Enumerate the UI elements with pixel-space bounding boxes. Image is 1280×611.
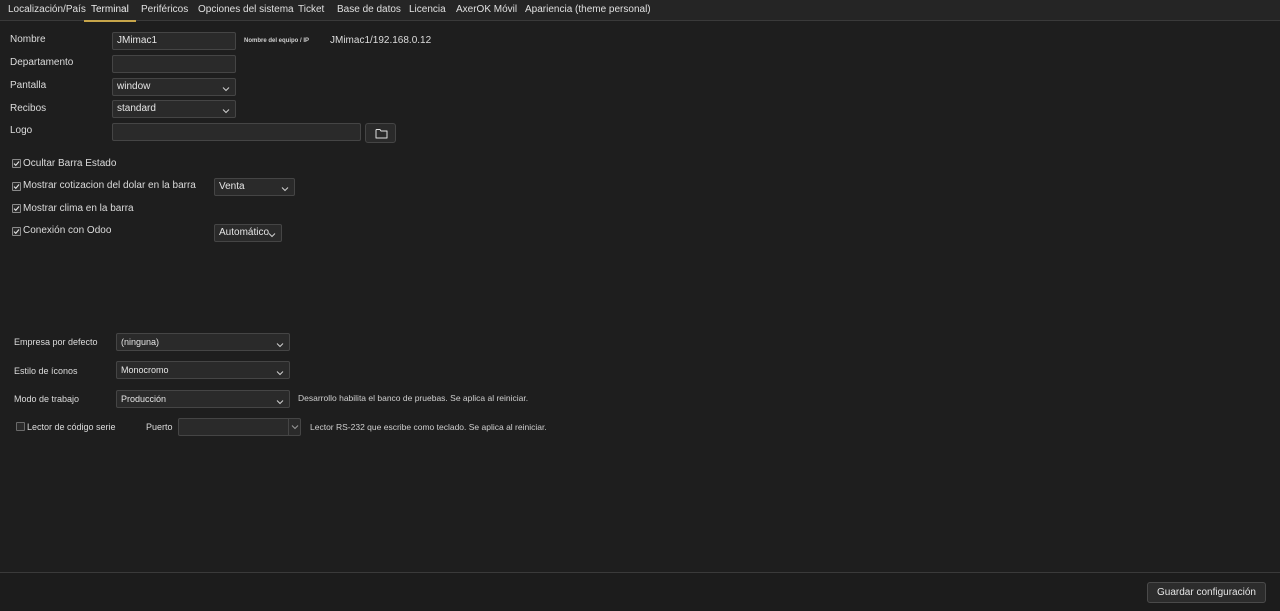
modo-select-value: Producción bbox=[121, 394, 167, 404]
recibos-select-value: standard bbox=[117, 103, 156, 114]
tab-localizacion[interactable]: Localización/País bbox=[8, 0, 86, 21]
recibos-label: Recibos bbox=[10, 103, 47, 114]
lector-hint: Lector RS-232 que escribe como teclado. … bbox=[310, 422, 547, 432]
tab-terminal[interactable]: Terminal bbox=[84, 0, 136, 22]
lector-serie-checkbox[interactable] bbox=[16, 422, 25, 431]
lector-serie-label: Lector de código serie bbox=[27, 422, 116, 432]
save-config-button[interactable]: Guardar configuración bbox=[1147, 582, 1266, 603]
chevron-down-icon bbox=[268, 229, 276, 238]
ocultar-barra-label: Ocultar Barra Estado bbox=[23, 158, 117, 169]
iconos-select-value: Monocromo bbox=[121, 365, 169, 375]
puerto-label: Puerto bbox=[146, 422, 173, 432]
recibos-select[interactable]: standard bbox=[112, 100, 236, 118]
cotizacion-dolar-checkbox[interactable] bbox=[12, 182, 21, 191]
folder-icon bbox=[375, 129, 388, 139]
clima-label: Mostrar clima en la barra bbox=[23, 203, 134, 214]
odoo-mode-select[interactable]: Automático bbox=[214, 224, 282, 242]
ocultar-barra-checkbox[interactable] bbox=[12, 159, 21, 168]
checkmark-icon bbox=[13, 161, 20, 167]
odoo-mode-value: Automático bbox=[219, 227, 270, 238]
odoo-label: Conexión con Odoo bbox=[23, 225, 112, 236]
iconos-select[interactable]: Monocromo bbox=[116, 361, 290, 379]
logo-label: Logo bbox=[10, 125, 33, 136]
tab-licencia[interactable]: Licencia bbox=[409, 0, 446, 21]
chevron-down-icon bbox=[276, 395, 284, 405]
departamento-field[interactable] bbox=[112, 55, 236, 73]
modo-select[interactable]: Producción bbox=[116, 390, 290, 408]
empresa-select-value: (ninguna) bbox=[121, 337, 160, 347]
nombre-label: Nombre bbox=[10, 34, 46, 45]
checkmark-icon bbox=[13, 229, 20, 235]
browse-logo-button[interactable] bbox=[365, 123, 396, 143]
pantalla-select[interactable]: window bbox=[112, 78, 236, 96]
cotizacion-tipo-value: Venta bbox=[219, 181, 245, 192]
departamento-label: Departamento bbox=[10, 57, 74, 68]
puerto-select[interactable] bbox=[178, 418, 301, 436]
chevron-down-icon bbox=[222, 83, 230, 92]
pantalla-select-value: window bbox=[117, 81, 151, 92]
tab-ticket[interactable]: Ticket bbox=[298, 0, 324, 21]
odoo-checkbox[interactable] bbox=[12, 227, 21, 236]
checkmark-icon bbox=[13, 184, 20, 190]
tab-base-de-datos[interactable]: Base de datos bbox=[337, 0, 401, 21]
chevron-down-icon bbox=[222, 105, 230, 114]
tab-axerok-movil[interactable]: AxerOK Móvil bbox=[456, 0, 517, 21]
cotizacion-tipo-select[interactable]: Venta bbox=[214, 178, 295, 196]
modo-hint: Desarrollo habilita el banco de pruebas.… bbox=[298, 393, 529, 403]
footer-bar: Guardar configuración bbox=[0, 572, 1280, 611]
empresa-label: Empresa por defecto bbox=[14, 337, 98, 347]
tab-apariencia[interactable]: Apariencia (theme personal) bbox=[525, 0, 651, 21]
chevron-down-icon bbox=[276, 366, 284, 376]
hostname-value: JMimac1/192.168.0.12 bbox=[330, 35, 432, 46]
modo-label: Modo de trabajo bbox=[14, 394, 80, 404]
tab-perifericos[interactable]: Periféricos bbox=[141, 0, 188, 21]
logo-path-field[interactable] bbox=[112, 123, 361, 141]
hostname-label: Nombre del equipo / IP bbox=[244, 38, 310, 44]
tab-bar: Localización/País Terminal Periféricos O… bbox=[0, 0, 1280, 22]
chevron-down-icon bbox=[276, 338, 284, 348]
pantalla-label: Pantalla bbox=[10, 80, 47, 91]
empresa-select[interactable]: (ninguna) bbox=[116, 333, 290, 351]
cotizacion-dolar-label: Mostrar cotizacion del dolar en la barra bbox=[23, 180, 196, 191]
checkmark-icon bbox=[13, 206, 20, 212]
nombre-field[interactable]: JMimac1 bbox=[112, 32, 236, 50]
chevron-down-icon bbox=[288, 419, 300, 435]
settings-window: Localización/País Terminal Periféricos O… bbox=[0, 0, 1280, 611]
iconos-label: Estilo de íconos bbox=[14, 366, 78, 376]
tab-opciones-sistema[interactable]: Opciones del sistema bbox=[198, 0, 294, 21]
chevron-down-icon bbox=[281, 183, 289, 192]
clima-checkbox[interactable] bbox=[12, 204, 21, 213]
